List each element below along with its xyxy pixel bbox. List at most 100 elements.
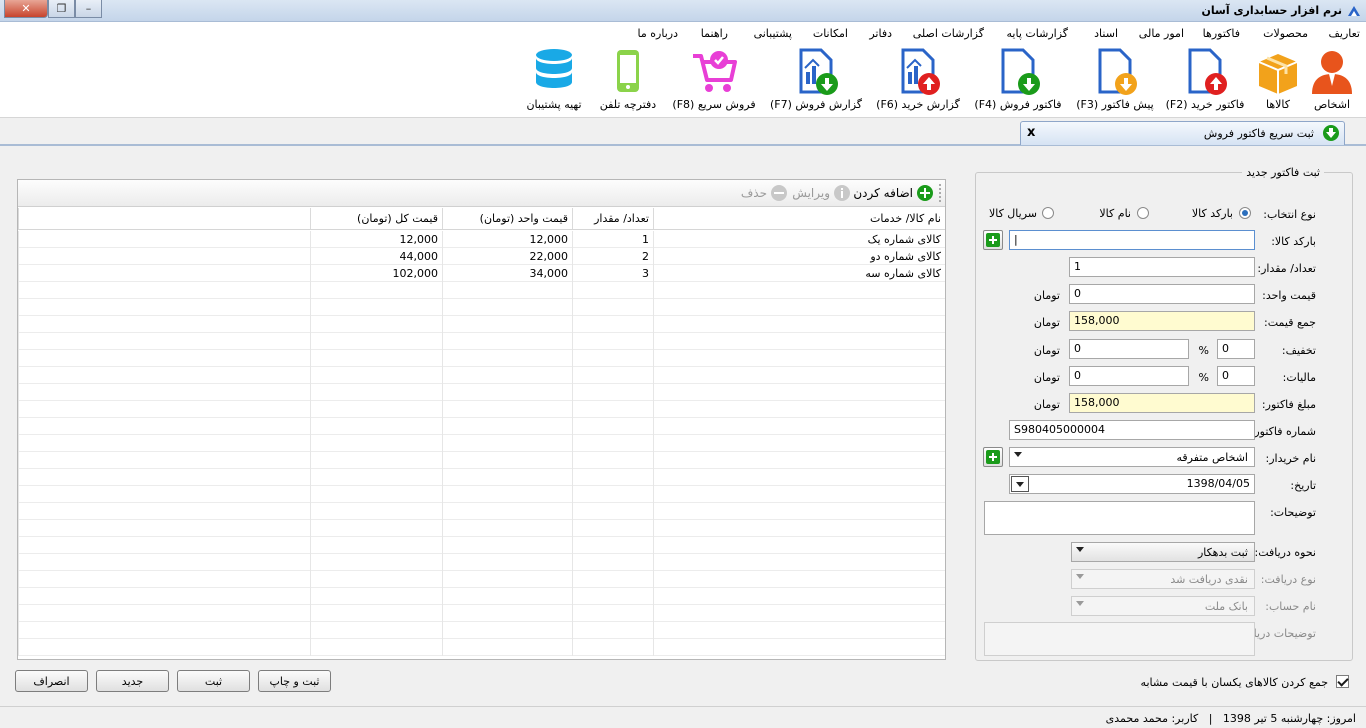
menu-finance[interactable]: امور مالی <box>1139 27 1184 40</box>
menu-invoices[interactable]: فاکتورها <box>1203 27 1240 40</box>
edit-item-button[interactable]: ویرایش <box>792 185 850 201</box>
menu-documents[interactable]: اسناد <box>1094 27 1118 40</box>
radio-serial[interactable] <box>1042 207 1054 219</box>
cell-item-name <box>653 503 945 520</box>
add-barcode-button[interactable] <box>983 230 1003 250</box>
receive-type-value: نقدی دریافت شد <box>1170 573 1248 586</box>
receive-method-select[interactable]: ثبت بدهکار <box>1071 542 1255 562</box>
products-button[interactable]: کالاها <box>1252 46 1304 111</box>
radio-barcode-label[interactable]: بارکد کالا <box>1192 207 1233 220</box>
menu-ledgers[interactable]: دفاتر <box>869 27 892 40</box>
delete-item-button[interactable]: حذف <box>741 185 787 201</box>
cell-total-price <box>310 316 442 333</box>
backup-button[interactable]: تهیه پشتیبان <box>518 46 590 111</box>
buyer-value: اشخاص متفرقه <box>1176 451 1248 464</box>
empty-table-row <box>18 367 945 384</box>
radio-barcode[interactable] <box>1239 207 1251 219</box>
header-quantity[interactable]: تعداد/ مقدار <box>572 208 653 229</box>
merge-items-label[interactable]: جمع کردن کالاهای یکسان با قیمت مشابه <box>1141 676 1328 689</box>
date-input[interactable]: 1398/04/05 <box>1009 474 1255 494</box>
tab-close-icon[interactable]: x <box>1027 125 1035 140</box>
merge-items-checkbox[interactable] <box>1336 675 1349 688</box>
phonebook-button[interactable]: دفترچه تلفن <box>596 46 660 111</box>
add-item-label: اضافه کردن <box>853 186 913 200</box>
quick-sale-button[interactable]: فروش سریع (F8) <box>668 46 760 111</box>
save-print-button[interactable]: ثبت و چاپ <box>258 670 331 692</box>
close-window-button[interactable]: ✕ <box>4 0 48 18</box>
radio-name-label[interactable]: نام کالا <box>1099 207 1131 220</box>
cell-unit-price <box>442 333 572 350</box>
invoice-number-input[interactable]: S980405000004 <box>1009 420 1255 440</box>
add-buyer-button[interactable] <box>983 447 1003 467</box>
receive-type-select[interactable]: نقدی دریافت شد <box>1071 569 1255 589</box>
cell-total-price <box>310 554 442 571</box>
save-button[interactable]: ثبت <box>177 670 250 692</box>
qty-input[interactable]: 1 <box>1069 257 1255 277</box>
table-row[interactable]: کالای شماره سه 3 34,000 102,000 <box>18 265 945 282</box>
barcode-input[interactable]: | <box>1009 230 1255 250</box>
header-unit-price[interactable]: قیمت واحد (تومان) <box>442 208 572 229</box>
cell-item-name <box>653 367 945 384</box>
tab-quick-sales-invoice[interactable]: ثبت سریع فاکتور فروش x <box>1020 121 1345 145</box>
sales-report-button[interactable]: گزارش فروش (F7) <box>768 46 864 111</box>
receive-desc-textarea[interactable] <box>984 622 1255 656</box>
cell-unit-price: 22,000 <box>442 248 572 265</box>
purchase-invoice-button[interactable]: فاکتور خرید (F2) <box>1163 46 1247 111</box>
tax-percent-input[interactable]: 0 <box>1217 366 1255 386</box>
smartphone-icon <box>617 50 639 92</box>
header-item-name[interactable]: نام کالا/ خدمات <box>653 208 945 229</box>
cell-unit-price <box>442 384 572 401</box>
toolbar-grip <box>938 184 941 202</box>
purchase-report-button[interactable]: گزارش خرید (F6) <box>872 46 964 111</box>
menu-features[interactable]: امکانات <box>813 27 848 40</box>
menu-basic-reports[interactable]: گزارشات پایه <box>1007 27 1068 40</box>
tax-amount-input[interactable]: 0 <box>1069 366 1189 386</box>
menu-main-reports[interactable]: گزارشات اصلی <box>913 27 984 40</box>
cell-filler <box>18 622 310 639</box>
unit-price-input[interactable]: 0 <box>1069 284 1255 304</box>
cell-quantity <box>572 401 653 418</box>
cell-item-name <box>653 333 945 350</box>
minimize-window-button[interactable]: – <box>75 0 102 18</box>
box-icon <box>1258 54 1298 94</box>
cell-unit-price <box>442 316 572 333</box>
doc-download-orange-icon <box>1098 48 1137 95</box>
cell-filler <box>18 248 310 265</box>
discount-percent-input[interactable]: 0 <box>1217 339 1255 359</box>
total-label: جمع قیمت: <box>1264 316 1316 329</box>
date-dropdown-button[interactable] <box>1011 476 1029 492</box>
total-currency: تومان <box>1033 316 1060 329</box>
sales-invoice-button[interactable]: فاکتور فروش (F4) <box>972 46 1064 111</box>
cell-total-price <box>310 537 442 554</box>
menu-support[interactable]: پشتیبانی <box>754 27 792 40</box>
menu-products[interactable]: محصولات <box>1263 27 1308 40</box>
new-button[interactable]: جدید <box>96 670 169 692</box>
cell-item-name: کالای شماره دو <box>653 248 945 265</box>
cell-item-name <box>653 418 945 435</box>
table-row[interactable]: کالای شماره دو 2 22,000 44,000 <box>18 248 945 265</box>
cell-item-name <box>653 299 945 316</box>
description-textarea[interactable] <box>984 501 1255 535</box>
menu-definitions[interactable]: تعاریف <box>1329 27 1360 40</box>
restore-window-button[interactable]: ❐ <box>48 0 75 18</box>
people-button[interactable]: اشخاص <box>1304 46 1360 111</box>
add-item-button[interactable]: اضافه کردن <box>853 185 933 201</box>
table-row[interactable]: کالای شماره یک 1 12,000 12,000 <box>18 231 945 248</box>
discount-amount-input[interactable]: 0 <box>1069 339 1189 359</box>
radio-name[interactable] <box>1137 207 1149 219</box>
menu-about[interactable]: درباره ما <box>638 27 678 40</box>
proforma-invoice-button[interactable]: پیش فاکتور (F3) <box>1072 46 1158 111</box>
empty-table-row <box>18 384 945 401</box>
cell-total-price <box>310 367 442 384</box>
buyer-select[interactable]: اشخاص متفرقه <box>1009 447 1255 467</box>
cell-unit-price <box>442 435 572 452</box>
cell-total-price <box>310 384 442 401</box>
cancel-button[interactable]: انصراف <box>15 670 88 692</box>
receive-method-value: ثبت بدهکار <box>1197 546 1248 559</box>
menu-help[interactable]: راهنما <box>701 27 728 40</box>
empty-table-row <box>18 333 945 350</box>
radio-serial-label[interactable]: سریال کالا <box>989 207 1037 220</box>
header-total-price[interactable]: قیمت کل (تومان) <box>310 208 442 229</box>
cell-quantity <box>572 469 653 486</box>
account-select[interactable]: بانک ملت <box>1071 596 1255 616</box>
